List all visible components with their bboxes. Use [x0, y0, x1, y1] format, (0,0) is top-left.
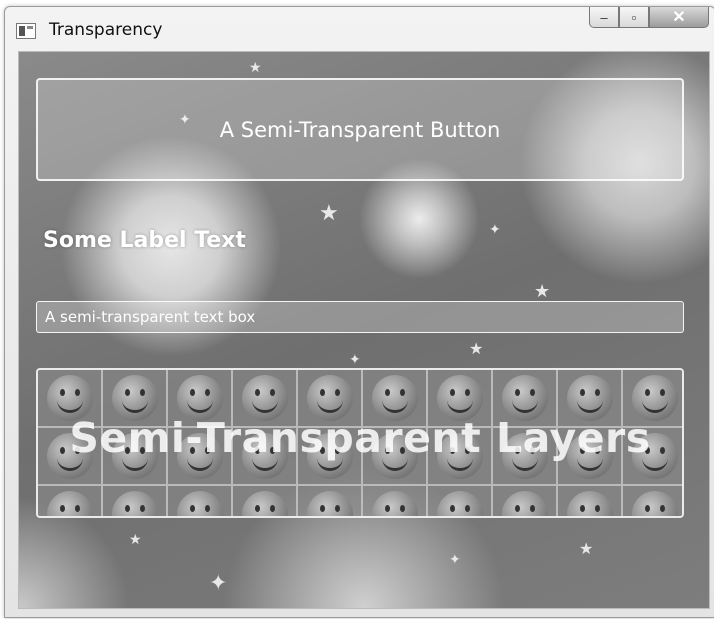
- smiley-tile: [168, 486, 233, 516]
- layers-text: Semi-Transparent Layers: [69, 414, 651, 462]
- star-decoration: ✦: [209, 570, 228, 595]
- smiley-icon: [501, 491, 548, 516]
- minimize-button[interactable]: –: [589, 7, 619, 28]
- smiley-icon: [631, 491, 678, 516]
- minimize-icon: –: [600, 9, 608, 25]
- star-decoration: ✦: [349, 351, 361, 367]
- smiley-tile: [623, 486, 682, 516]
- window-title: Transparency: [49, 20, 163, 40]
- window-app-icon[interactable]: [16, 23, 36, 39]
- smiley-tile: [103, 486, 168, 516]
- title-bar[interactable]: Transparency – ▫ ✕: [5, 7, 714, 51]
- close-icon: ✕: [672, 9, 686, 26]
- smiley-icon: [306, 491, 353, 516]
- smiley-tile: [298, 486, 363, 516]
- star-decoration: ★: [579, 541, 594, 558]
- smiley-icon: [46, 491, 93, 516]
- close-button[interactable]: ✕: [649, 7, 709, 28]
- star-decoration: ★: [469, 341, 484, 358]
- smiley-tile: [363, 486, 428, 516]
- star-decoration: ★: [534, 281, 551, 301]
- semi-transparent-textbox[interactable]: A semi-transparent text box: [36, 301, 684, 333]
- smiley-icon: [436, 491, 483, 516]
- smiley-tile: [558, 486, 623, 516]
- star-decoration: ✦: [449, 551, 461, 567]
- smiley-icon: [371, 491, 418, 516]
- caption-buttons: – ▫ ✕: [589, 7, 709, 29]
- client-area: ★ ✦ ★ ✦ ★ ✦ ★ ✦ ★ ✦ ★ A Semi-Transparent…: [18, 51, 710, 609]
- star-decoration: ✦: [489, 221, 501, 237]
- smiley-icon: [176, 491, 223, 516]
- maximize-button[interactable]: ▫: [619, 7, 649, 28]
- smiley-tile: [493, 486, 558, 516]
- smiley-tile: [233, 486, 298, 516]
- star-decoration: ★: [319, 200, 339, 225]
- smiley-tile: [38, 486, 103, 516]
- app-window: Transparency – ▫ ✕ ★ ✦ ★ ✦ ★ ✦ ★ ✦ ★ ✦ ★…: [4, 6, 714, 618]
- smiley-icon: [566, 491, 613, 516]
- smiley-icon: [111, 491, 158, 516]
- star-decoration: ★: [129, 531, 142, 547]
- label-text: Some Label Text: [43, 228, 246, 253]
- maximize-icon: ▫: [631, 9, 637, 25]
- semi-transparent-button[interactable]: A Semi-Transparent Button: [36, 78, 684, 181]
- smiley-tile: [428, 486, 493, 516]
- semi-transparent-layers-panel: Semi-Transparent Layers: [36, 368, 684, 518]
- star-decoration: ★: [249, 59, 262, 75]
- smiley-icon: [241, 491, 288, 516]
